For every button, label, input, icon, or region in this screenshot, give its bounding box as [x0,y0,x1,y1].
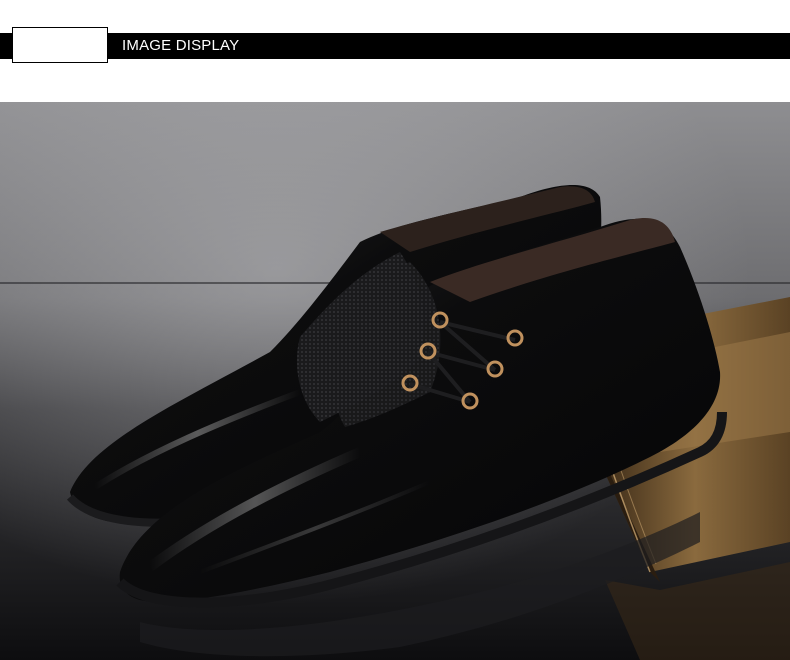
product-photo [0,102,790,660]
header-label-box [12,27,108,63]
header-bar [0,33,790,59]
product-photo-illustration [0,102,790,660]
header-title: IMAGE DISPLAY [122,37,240,54]
